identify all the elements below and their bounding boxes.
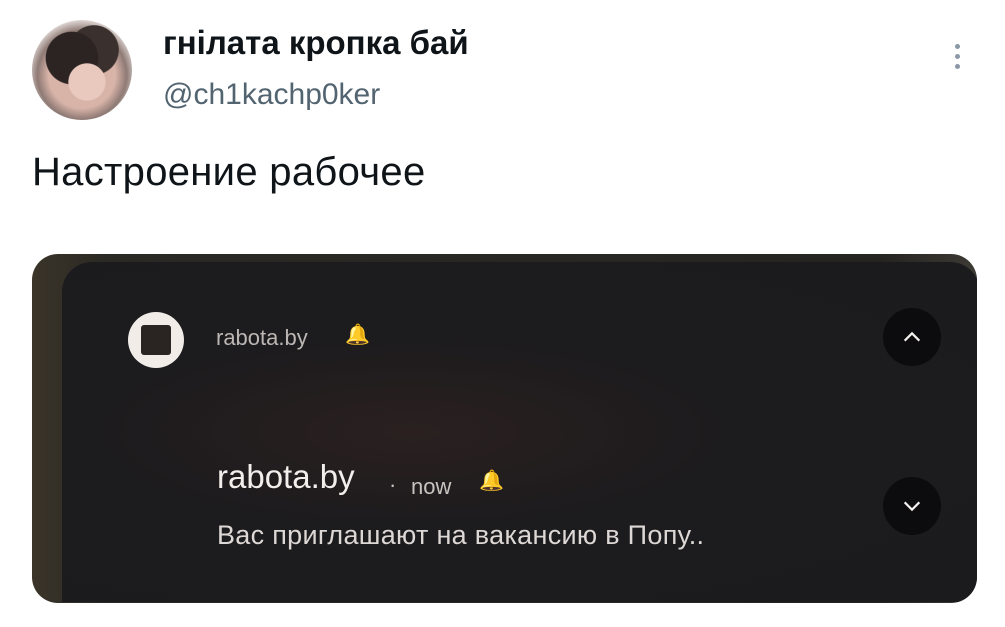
notification-body: Вас приглашают на вакансию в Попу..	[217, 520, 705, 550]
tweet-text: Настроение рабочее	[32, 150, 426, 194]
app-square-icon	[128, 312, 184, 368]
notification-panel: rabota.by 🔔 rabota.by · now 🔔 Вас пригла…	[62, 262, 977, 602]
display-name[interactable]: гнілата кропка бай	[163, 24, 469, 62]
collapse-button[interactable]	[883, 308, 941, 366]
tweet-media-image[interactable]: rabota.by 🔔 rabota.by · now 🔔 Вас пригла…	[32, 254, 977, 603]
chevron-up-icon	[903, 331, 921, 342]
notification-separator: ·	[389, 472, 397, 497]
bell-icon: 🔔	[479, 470, 504, 492]
user-handle[interactable]: @ch1kachp0ker	[163, 78, 380, 112]
notification-app-name: rabota.by	[216, 325, 308, 350]
chevron-down-icon	[903, 501, 921, 512]
notification-title: rabota.by	[217, 458, 355, 495]
more-vertical-icon[interactable]	[951, 44, 963, 78]
bell-icon: 🔔	[345, 324, 370, 346]
expand-button[interactable]	[883, 477, 941, 535]
avatar[interactable]	[32, 20, 132, 120]
notification-time: now	[411, 474, 452, 499]
